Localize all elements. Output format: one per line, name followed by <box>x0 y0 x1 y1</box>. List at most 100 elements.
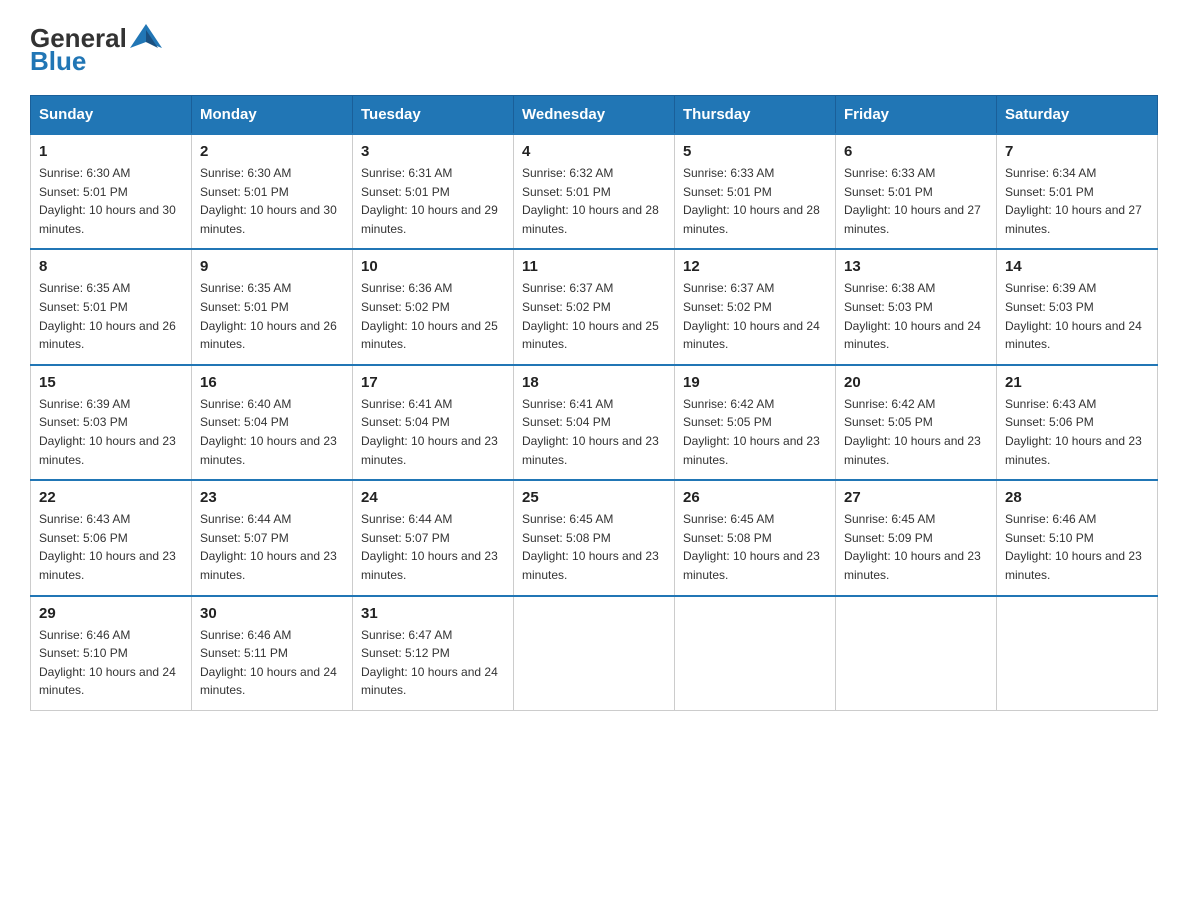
day-header-sunday: Sunday <box>31 96 192 135</box>
calendar-week-row: 1 Sunrise: 6:30 AMSunset: 5:01 PMDayligh… <box>31 134 1158 249</box>
day-number: 5 <box>683 143 827 160</box>
calendar-cell: 18 Sunrise: 6:41 AMSunset: 5:04 PMDaylig… <box>514 365 675 480</box>
calendar-week-row: 15 Sunrise: 6:39 AMSunset: 5:03 PMDaylig… <box>31 365 1158 480</box>
day-info: Sunrise: 6:40 AMSunset: 5:04 PMDaylight:… <box>200 397 337 467</box>
day-header-thursday: Thursday <box>675 96 836 135</box>
day-info: Sunrise: 6:30 AMSunset: 5:01 PMDaylight:… <box>200 166 337 236</box>
calendar-cell: 15 Sunrise: 6:39 AMSunset: 5:03 PMDaylig… <box>31 365 192 480</box>
calendar-week-row: 29 Sunrise: 6:46 AMSunset: 5:10 PMDaylig… <box>31 596 1158 711</box>
day-info: Sunrise: 6:39 AMSunset: 5:03 PMDaylight:… <box>39 397 176 467</box>
day-number: 29 <box>39 605 183 622</box>
day-info: Sunrise: 6:46 AMSunset: 5:11 PMDaylight:… <box>200 628 337 698</box>
day-number: 15 <box>39 374 183 391</box>
day-number: 10 <box>361 258 505 275</box>
day-header-friday: Friday <box>836 96 997 135</box>
day-number: 24 <box>361 489 505 506</box>
calendar-cell: 10 Sunrise: 6:36 AMSunset: 5:02 PMDaylig… <box>353 249 514 364</box>
calendar-cell: 30 Sunrise: 6:46 AMSunset: 5:11 PMDaylig… <box>192 596 353 711</box>
calendar-cell: 31 Sunrise: 6:47 AMSunset: 5:12 PMDaylig… <box>353 596 514 711</box>
day-number: 13 <box>844 258 988 275</box>
day-info: Sunrise: 6:35 AMSunset: 5:01 PMDaylight:… <box>200 281 337 351</box>
calendar-cell: 14 Sunrise: 6:39 AMSunset: 5:03 PMDaylig… <box>997 249 1158 364</box>
day-info: Sunrise: 6:44 AMSunset: 5:07 PMDaylight:… <box>200 512 337 582</box>
day-header-tuesday: Tuesday <box>353 96 514 135</box>
calendar-cell <box>514 596 675 711</box>
calendar-cell: 21 Sunrise: 6:43 AMSunset: 5:06 PMDaylig… <box>997 365 1158 480</box>
calendar-cell: 28 Sunrise: 6:46 AMSunset: 5:10 PMDaylig… <box>997 480 1158 595</box>
day-info: Sunrise: 6:46 AMSunset: 5:10 PMDaylight:… <box>39 628 176 698</box>
calendar-cell: 6 Sunrise: 6:33 AMSunset: 5:01 PMDayligh… <box>836 134 997 249</box>
calendar-cell: 1 Sunrise: 6:30 AMSunset: 5:01 PMDayligh… <box>31 134 192 249</box>
day-number: 9 <box>200 258 344 275</box>
day-info: Sunrise: 6:43 AMSunset: 5:06 PMDaylight:… <box>1005 397 1142 467</box>
day-number: 23 <box>200 489 344 506</box>
calendar-week-row: 22 Sunrise: 6:43 AMSunset: 5:06 PMDaylig… <box>31 480 1158 595</box>
day-info: Sunrise: 6:45 AMSunset: 5:08 PMDaylight:… <box>522 512 659 582</box>
day-number: 31 <box>361 605 505 622</box>
calendar-cell: 12 Sunrise: 6:37 AMSunset: 5:02 PMDaylig… <box>675 249 836 364</box>
day-number: 28 <box>1005 489 1149 506</box>
day-info: Sunrise: 6:37 AMSunset: 5:02 PMDaylight:… <box>683 281 820 351</box>
day-number: 26 <box>683 489 827 506</box>
calendar-cell <box>836 596 997 711</box>
day-info: Sunrise: 6:33 AMSunset: 5:01 PMDaylight:… <box>844 166 981 236</box>
day-info: Sunrise: 6:41 AMSunset: 5:04 PMDaylight:… <box>522 397 659 467</box>
day-number: 17 <box>361 374 505 391</box>
calendar-cell: 5 Sunrise: 6:33 AMSunset: 5:01 PMDayligh… <box>675 134 836 249</box>
calendar-cell: 8 Sunrise: 6:35 AMSunset: 5:01 PMDayligh… <box>31 249 192 364</box>
day-number: 4 <box>522 143 666 160</box>
day-info: Sunrise: 6:43 AMSunset: 5:06 PMDaylight:… <box>39 512 176 582</box>
calendar-cell: 22 Sunrise: 6:43 AMSunset: 5:06 PMDaylig… <box>31 480 192 595</box>
day-info: Sunrise: 6:41 AMSunset: 5:04 PMDaylight:… <box>361 397 498 467</box>
calendar-cell: 9 Sunrise: 6:35 AMSunset: 5:01 PMDayligh… <box>192 249 353 364</box>
day-number: 27 <box>844 489 988 506</box>
calendar-header-row: SundayMondayTuesdayWednesdayThursdayFrid… <box>31 96 1158 135</box>
calendar-cell: 13 Sunrise: 6:38 AMSunset: 5:03 PMDaylig… <box>836 249 997 364</box>
calendar-cell <box>675 596 836 711</box>
day-info: Sunrise: 6:38 AMSunset: 5:03 PMDaylight:… <box>844 281 981 351</box>
day-number: 22 <box>39 489 183 506</box>
calendar-cell: 20 Sunrise: 6:42 AMSunset: 5:05 PMDaylig… <box>836 365 997 480</box>
calendar-cell: 29 Sunrise: 6:46 AMSunset: 5:10 PMDaylig… <box>31 596 192 711</box>
day-number: 18 <box>522 374 666 391</box>
day-number: 16 <box>200 374 344 391</box>
calendar-cell: 11 Sunrise: 6:37 AMSunset: 5:02 PMDaylig… <box>514 249 675 364</box>
day-number: 1 <box>39 143 183 160</box>
day-number: 11 <box>522 258 666 275</box>
day-header-wednesday: Wednesday <box>514 96 675 135</box>
day-number: 7 <box>1005 143 1149 160</box>
day-info: Sunrise: 6:42 AMSunset: 5:05 PMDaylight:… <box>844 397 981 467</box>
day-info: Sunrise: 6:36 AMSunset: 5:02 PMDaylight:… <box>361 281 498 351</box>
day-info: Sunrise: 6:45 AMSunset: 5:08 PMDaylight:… <box>683 512 820 582</box>
day-number: 25 <box>522 489 666 506</box>
day-info: Sunrise: 6:32 AMSunset: 5:01 PMDaylight:… <box>522 166 659 236</box>
day-info: Sunrise: 6:42 AMSunset: 5:05 PMDaylight:… <box>683 397 820 467</box>
day-info: Sunrise: 6:31 AMSunset: 5:01 PMDaylight:… <box>361 166 498 236</box>
calendar-cell: 19 Sunrise: 6:42 AMSunset: 5:05 PMDaylig… <box>675 365 836 480</box>
day-info: Sunrise: 6:44 AMSunset: 5:07 PMDaylight:… <box>361 512 498 582</box>
day-number: 12 <box>683 258 827 275</box>
calendar-cell: 17 Sunrise: 6:41 AMSunset: 5:04 PMDaylig… <box>353 365 514 480</box>
day-number: 20 <box>844 374 988 391</box>
calendar-week-row: 8 Sunrise: 6:35 AMSunset: 5:01 PMDayligh… <box>31 249 1158 364</box>
day-header-monday: Monday <box>192 96 353 135</box>
calendar-cell: 25 Sunrise: 6:45 AMSunset: 5:08 PMDaylig… <box>514 480 675 595</box>
calendar-cell: 4 Sunrise: 6:32 AMSunset: 5:01 PMDayligh… <box>514 134 675 249</box>
calendar-cell: 26 Sunrise: 6:45 AMSunset: 5:08 PMDaylig… <box>675 480 836 595</box>
calendar-table: SundayMondayTuesdayWednesdayThursdayFrid… <box>30 95 1158 711</box>
day-number: 3 <box>361 143 505 160</box>
day-number: 14 <box>1005 258 1149 275</box>
calendar-cell: 16 Sunrise: 6:40 AMSunset: 5:04 PMDaylig… <box>192 365 353 480</box>
day-info: Sunrise: 6:30 AMSunset: 5:01 PMDaylight:… <box>39 166 176 236</box>
day-info: Sunrise: 6:39 AMSunset: 5:03 PMDaylight:… <box>1005 281 1142 351</box>
day-info: Sunrise: 6:37 AMSunset: 5:02 PMDaylight:… <box>522 281 659 351</box>
day-number: 6 <box>844 143 988 160</box>
calendar-cell: 3 Sunrise: 6:31 AMSunset: 5:01 PMDayligh… <box>353 134 514 249</box>
day-info: Sunrise: 6:46 AMSunset: 5:10 PMDaylight:… <box>1005 512 1142 582</box>
calendar-cell: 7 Sunrise: 6:34 AMSunset: 5:01 PMDayligh… <box>997 134 1158 249</box>
day-number: 30 <box>200 605 344 622</box>
calendar-cell: 27 Sunrise: 6:45 AMSunset: 5:09 PMDaylig… <box>836 480 997 595</box>
day-number: 2 <box>200 143 344 160</box>
page-header: General Blue <box>30 20 1158 77</box>
day-header-saturday: Saturday <box>997 96 1158 135</box>
